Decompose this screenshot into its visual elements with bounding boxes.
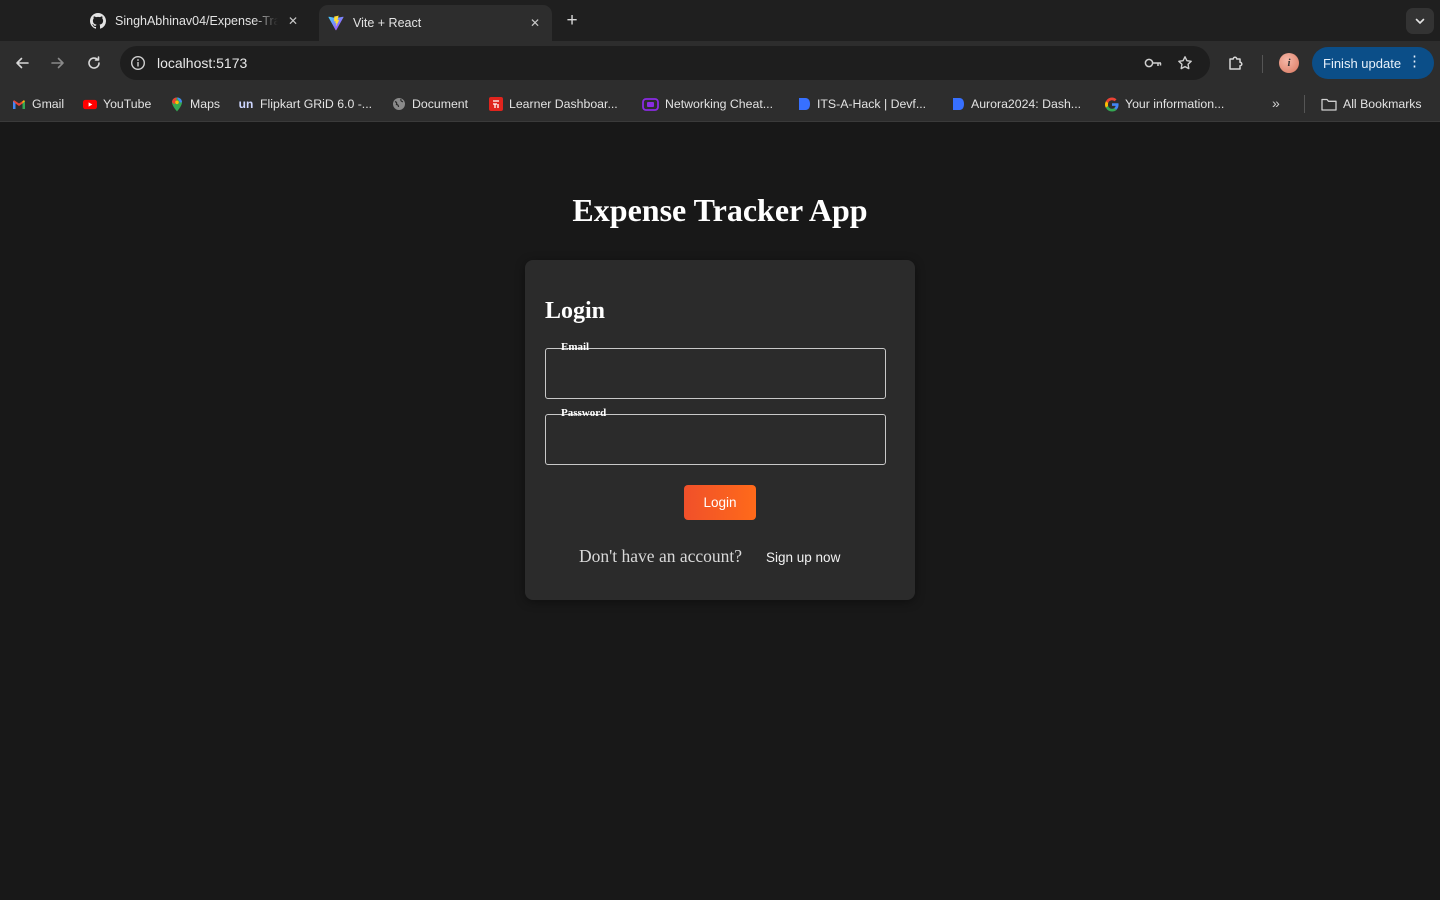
signup-prompt: Don't have an account? Sign up now	[579, 546, 840, 567]
password-label: Password	[559, 407, 609, 419]
finish-update-button[interactable]: Finish update ⋮	[1312, 47, 1434, 79]
password-field[interactable]: Password	[545, 407, 886, 465]
close-tab-icon[interactable]: ✕	[526, 14, 544, 32]
tab-title: Vite + React	[353, 16, 422, 30]
login-card: Login Email Password Login Don't have an…	[525, 260, 915, 600]
bookmark-label: Aurora2024: Dash...	[971, 97, 1082, 111]
tab-search-button[interactable]	[1406, 8, 1434, 34]
email-label: Email	[559, 341, 592, 353]
bookmark-gmail[interactable]: Gmail	[12, 95, 64, 113]
bookmark-label: YouTube	[103, 97, 152, 111]
more-menu-icon[interactable]: ⋮	[1407, 54, 1422, 70]
all-bookmarks-label: All Bookmarks	[1343, 97, 1422, 111]
bookmark-label: Gmail	[32, 97, 65, 111]
email-field[interactable]: Email	[545, 341, 886, 399]
forward-arrow-icon	[51, 57, 64, 69]
back-button[interactable]	[11, 52, 33, 74]
profile-avatar[interactable]: i	[1279, 53, 1299, 73]
google-icon	[1105, 97, 1119, 111]
devfolio-icon	[797, 97, 811, 111]
app-title: Expense Tracker App	[572, 192, 868, 228]
tab-vite-react[interactable]: Vite + React ✕	[319, 5, 552, 41]
login-button[interactable]: Login	[684, 485, 756, 520]
bookmark-document[interactable]: Document	[392, 95, 468, 113]
browser-toolbar: localhost:5173 i Finish update ⋮	[0, 41, 1440, 85]
chevron-down-icon	[1415, 18, 1425, 25]
bookmark-networking-cheat[interactable]: Networking Cheat...	[642, 95, 773, 113]
site-info-icon[interactable]	[129, 54, 147, 72]
email-input[interactable]	[546, 349, 885, 398]
signup-link[interactable]: Sign up now	[766, 550, 840, 565]
networking-icon	[642, 97, 659, 111]
login-heading: Login	[545, 298, 606, 324]
tab-strip: SinghAbhinav04/Expense-Tracker ✕ Vite + …	[0, 0, 1440, 41]
unstop-icon: un	[238, 97, 254, 111]
close-tab-icon[interactable]: ✕	[284, 12, 302, 30]
page-content: Expense Tracker App Login Email Password…	[0, 122, 1440, 900]
bookmark-star-icon[interactable]	[1175, 54, 1195, 72]
tab-github[interactable]: SinghAbhinav04/Expense-Tracker ✕	[80, 0, 310, 41]
no-account-text: Don't have an account?	[579, 546, 743, 566]
bookmark-learner-dashboard[interactable]: Learner Dashboar...	[489, 95, 618, 113]
more-bookmarks-button[interactable]: »	[1272, 95, 1280, 111]
tab-title: SinghAbhinav04/Expense-Tracker	[115, 13, 278, 28]
bookmark-its-a-hack[interactable]: ITS-A-Hack | Devf...	[797, 95, 926, 113]
password-input[interactable]	[546, 415, 885, 464]
bookmarks-divider	[1304, 95, 1305, 113]
back-arrow-icon	[16, 57, 29, 69]
extensions-button[interactable]	[1225, 52, 1247, 74]
password-key-icon[interactable]	[1143, 54, 1163, 72]
bookmark-youtube[interactable]: YouTube	[83, 95, 151, 113]
bookmark-label: Networking Cheat...	[665, 97, 773, 111]
bookmark-aurora2024[interactable]: Aurora2024: Dash...	[951, 95, 1081, 113]
globe-icon	[392, 97, 406, 111]
reload-button[interactable]	[83, 52, 105, 74]
bookmark-label: Flipkart GRiD 6.0 -...	[260, 97, 373, 111]
puzzle-icon	[1229, 56, 1243, 70]
address-bar[interactable]: localhost:5173	[120, 46, 1210, 80]
toolbar-divider	[1262, 55, 1263, 73]
bookmark-your-information[interactable]: Your information...	[1105, 95, 1224, 113]
maps-icon	[170, 97, 184, 111]
learner-icon	[489, 97, 503, 111]
bookmark-label: Maps	[190, 97, 221, 111]
bookmark-label: ITS-A-Hack | Devf...	[817, 97, 927, 111]
new-tab-button[interactable]: +	[561, 10, 583, 32]
reload-icon	[88, 56, 100, 69]
gmail-icon	[12, 97, 26, 111]
finish-update-label: Finish update	[1323, 55, 1402, 71]
github-icon	[90, 12, 106, 29]
forward-button[interactable]	[47, 52, 69, 74]
bookmarks-bar: Gmail YouTube Maps un Flipkart GRiD 6.0 …	[0, 85, 1440, 122]
bookmark-label: Document	[412, 97, 469, 111]
all-bookmarks-button[interactable]: All Bookmarks	[1321, 95, 1422, 113]
url-text[interactable]: localhost:5173	[157, 55, 247, 71]
vite-icon	[328, 15, 344, 31]
bookmark-label: Learner Dashboar...	[509, 97, 618, 111]
devfolio-icon	[951, 97, 965, 111]
bookmark-maps[interactable]: Maps	[170, 95, 220, 113]
youtube-icon	[83, 97, 97, 111]
bookmark-flipkart-grid[interactable]: un Flipkart GRiD 6.0 -...	[238, 95, 372, 113]
bookmark-label: Your information...	[1125, 97, 1225, 111]
folder-icon	[1321, 97, 1337, 111]
